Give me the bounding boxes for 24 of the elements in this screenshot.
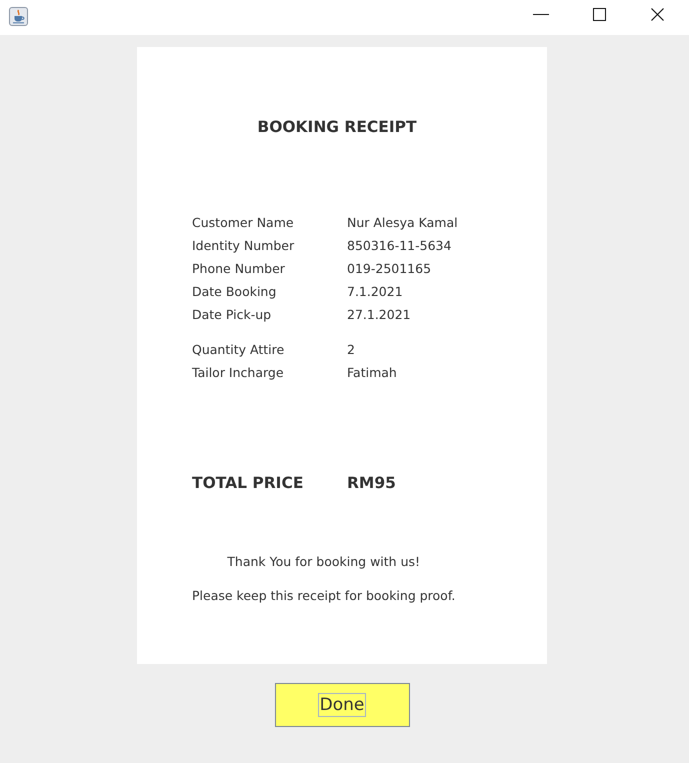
field-value: Nur Alesya Kamal xyxy=(347,215,458,230)
field-value: 2 xyxy=(347,342,355,357)
minimize-icon xyxy=(533,14,549,15)
close-icon xyxy=(650,8,664,21)
message-text: Thank You for booking with us! xyxy=(227,553,420,571)
total-label: TOTAL PRICE xyxy=(192,474,304,492)
field-value: 7.1.2021 xyxy=(347,284,403,299)
done-button[interactable]: Done xyxy=(274,683,410,727)
coffee-cup-icon xyxy=(9,6,28,26)
field-label: Customer Name xyxy=(192,215,295,230)
maximize-icon xyxy=(592,8,606,21)
receipt-title: BOOKING RECEIPT xyxy=(257,117,417,137)
field-label: Tailor Incharge xyxy=(192,365,285,380)
field-label: Date Pick-up xyxy=(192,307,272,322)
message-text: Please keep this receipt for booking proof. xyxy=(192,587,456,605)
field-label: Phone Number xyxy=(192,261,286,276)
field-label: Date Booking xyxy=(192,284,278,299)
field-value: Fatimah xyxy=(347,365,397,380)
total-value: RM95 xyxy=(347,474,396,492)
field-value: 27.1.2021 xyxy=(347,307,411,322)
field-value: 019-2501165 xyxy=(347,261,432,276)
field-value: 850316-11-5634 xyxy=(347,238,452,253)
field-label: Quantity Attire xyxy=(192,342,286,357)
field-label: Identity Number xyxy=(192,238,296,253)
